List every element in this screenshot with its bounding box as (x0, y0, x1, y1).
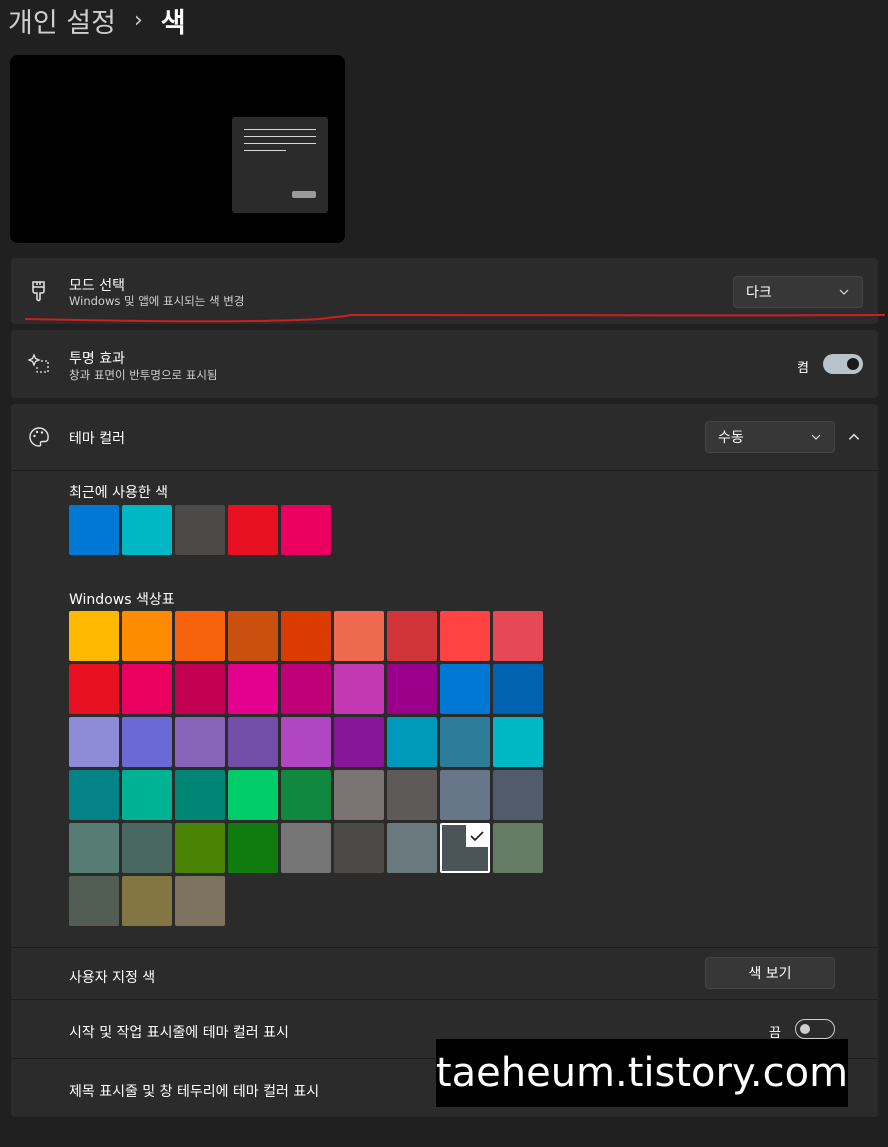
recent-color-swatch[interactable] (122, 505, 172, 555)
palette-color-swatch[interactable] (387, 823, 437, 873)
palette-color-swatch[interactable] (122, 876, 172, 926)
breadcrumb-parent[interactable]: 개인 설정 (8, 1, 116, 40)
palette-color-swatch[interactable] (334, 770, 384, 820)
start-taskbar-toggle[interactable] (795, 1019, 835, 1039)
palette-color-swatch[interactable] (334, 664, 384, 714)
breadcrumb: 개인 설정 › 색 (8, 0, 186, 40)
palette-color-swatch[interactable] (175, 611, 225, 661)
palette-color-swatch[interactable] (228, 717, 278, 767)
palette-color-swatch[interactable] (387, 664, 437, 714)
palette-color-swatch[interactable] (228, 664, 278, 714)
transparency-setting-card: 투명 효과 창과 표면이 반투명으로 표시됨 켬 (11, 330, 878, 398)
annotation-underline (24, 313, 886, 323)
watermark: taeheum.tistory.com (436, 1039, 848, 1107)
theme-color-dropdown-value: 수동 (718, 430, 744, 446)
palette-color-swatch[interactable] (122, 717, 172, 767)
palette-color-swatch[interactable] (69, 823, 119, 873)
palette-color-swatch[interactable] (228, 823, 278, 873)
palette-color-swatch[interactable] (281, 664, 331, 714)
theme-color-title: 테마 컬러 (69, 431, 125, 447)
transparency-toggle[interactable] (823, 354, 863, 374)
palette-color-swatch[interactable] (493, 611, 543, 661)
palette-color-swatch[interactable] (440, 611, 490, 661)
palette-color-swatch[interactable] (122, 823, 172, 873)
transparency-subtitle: 창과 표면이 반투명으로 표시됨 (69, 368, 218, 382)
page-title: 색 (160, 7, 186, 39)
palette-color-swatch[interactable] (387, 717, 437, 767)
palette-color-swatch[interactable] (228, 611, 278, 661)
sparkle-icon (27, 353, 49, 373)
palette-color-swatch[interactable] (387, 770, 437, 820)
chevron-down-icon (811, 434, 821, 440)
palette-color-swatch[interactable] (334, 823, 384, 873)
windows-palette-label: Windows 색상표 (69, 592, 175, 608)
palette-color-swatch[interactable] (69, 770, 119, 820)
palette-color-swatch[interactable] (122, 664, 172, 714)
transparency-title: 투명 효과 (69, 351, 125, 367)
palette-color-swatch[interactable] (69, 717, 119, 767)
transparency-state-label: 켬 (797, 361, 809, 376)
palette-color-swatch[interactable] (122, 611, 172, 661)
palette-color-swatch[interactable] (334, 717, 384, 767)
palette-color-swatch[interactable] (440, 823, 490, 873)
palette-color-swatch[interactable] (69, 611, 119, 661)
palette-color-swatch[interactable] (493, 664, 543, 714)
chevron-right-icon: › (133, 7, 143, 33)
chevron-down-icon (839, 289, 849, 295)
theme-color-dropdown[interactable]: 수동 (705, 421, 835, 453)
start-taskbar-label: 시작 및 작업 표시줄에 테마 컬러 표시 (69, 1025, 289, 1041)
recent-colors-label: 최근에 사용한 색 (69, 485, 169, 501)
palette-color-swatch[interactable] (281, 823, 331, 873)
preview-window (232, 117, 328, 213)
palette-color-swatch[interactable] (493, 770, 543, 820)
recent-color-swatch[interactable] (69, 505, 119, 555)
palette-icon (29, 427, 49, 447)
palette-color-swatch[interactable] (175, 876, 225, 926)
palette-color-swatch[interactable] (281, 717, 331, 767)
recent-color-swatch[interactable] (281, 505, 331, 555)
chevron-up-icon[interactable] (847, 430, 861, 444)
palette-color-swatch[interactable] (440, 664, 490, 714)
palette-color-swatch[interactable] (493, 823, 543, 873)
recent-color-swatch[interactable] (228, 505, 278, 555)
palette-color-swatch[interactable] (122, 770, 172, 820)
palette-color-swatch[interactable] (69, 876, 119, 926)
theme-preview (10, 55, 345, 243)
palette-color-swatch[interactable] (440, 770, 490, 820)
recent-color-swatch[interactable] (175, 505, 225, 555)
mode-subtitle: Windows 및 앱에 표시되는 색 변경 (69, 294, 245, 308)
palette-color-swatch[interactable] (440, 717, 490, 767)
palette-color-swatch[interactable] (387, 611, 437, 661)
palette-color-swatch[interactable] (175, 717, 225, 767)
palette-color-swatch[interactable] (175, 664, 225, 714)
palette-color-swatch[interactable] (281, 770, 331, 820)
palette-color-swatch[interactable] (281, 611, 331, 661)
custom-color-label: 사용자 지정 색 (69, 970, 156, 986)
palette-color-swatch[interactable] (69, 664, 119, 714)
palette-color-swatch[interactable] (493, 717, 543, 767)
checkmark-icon (466, 825, 488, 847)
view-colors-button[interactable]: 색 보기 (705, 957, 835, 989)
palette-color-swatch[interactable] (334, 611, 384, 661)
palette-color-swatch[interactable] (175, 823, 225, 873)
brush-icon (32, 281, 45, 302)
palette-color-swatch[interactable] (175, 770, 225, 820)
palette-color-swatch[interactable] (228, 770, 278, 820)
mode-dropdown[interactable]: 다크 (733, 276, 863, 308)
mode-title: 모드 선택 (69, 278, 125, 294)
mode-dropdown-value: 다크 (746, 285, 772, 301)
title-bars-label: 제목 표시줄 및 창 테두리에 테마 컬러 표시 (69, 1084, 320, 1100)
